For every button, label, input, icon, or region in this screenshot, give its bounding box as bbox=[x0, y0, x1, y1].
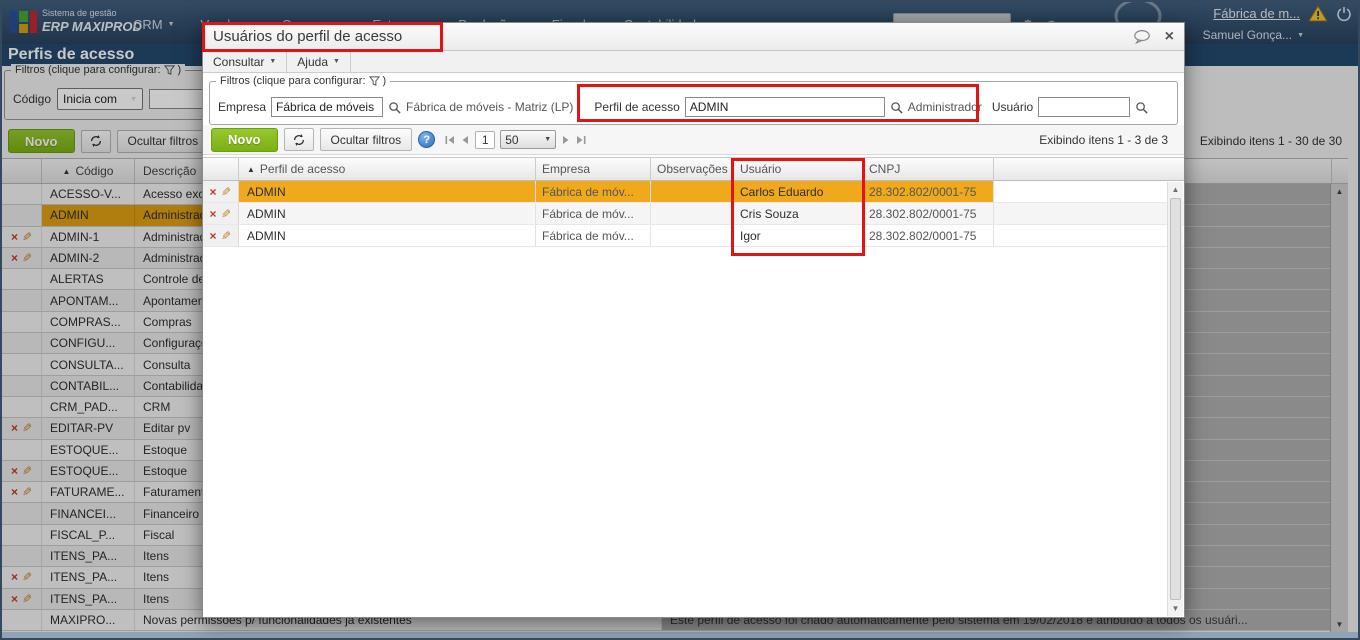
ocultar-filtros-button[interactable]: Ocultar filtros bbox=[319, 128, 413, 151]
novo-button[interactable]: Novo bbox=[211, 127, 278, 152]
search-icon[interactable] bbox=[388, 101, 401, 114]
filters-legend: Filtros (clique para configurar: ) bbox=[216, 75, 391, 87]
modal-toolbar: Novo Ocultar filtros ? 1 50 ▼ Exibindo i… bbox=[203, 125, 1184, 155]
paging-info: Exibindo itens 1 - 3 de 3 bbox=[1039, 132, 1168, 147]
empresa-filter-input[interactable] bbox=[271, 97, 384, 117]
scroll-down-icon[interactable]: ▼ bbox=[1168, 604, 1183, 613]
usuario-filter-input[interactable] bbox=[1038, 97, 1131, 117]
edit-icon[interactable]: ✎ bbox=[221, 185, 231, 199]
modal-scrollbar[interactable]: ▲ ▼ bbox=[1167, 182, 1183, 616]
usuarios-perfil-modal: Usuários do perfil de acesso × Consultar… bbox=[202, 22, 1185, 618]
row-actions: × ✎ bbox=[203, 203, 239, 224]
empresa-label: Empresa bbox=[218, 100, 267, 114]
empresa-display: Fábrica de móveis - Matriz (LP) bbox=[406, 100, 574, 114]
delete-icon[interactable]: × bbox=[209, 208, 216, 220]
empresa-cell: Fábrica de móv... bbox=[536, 225, 651, 246]
search-icon[interactable] bbox=[890, 101, 903, 114]
perfil-column-header[interactable]: ▲ Perfil de acesso bbox=[239, 158, 536, 180]
chevron-down-icon: ▼ bbox=[544, 136, 552, 143]
app-screen: Sistema de gestão ERP MAXIPROD CRM▼ Vend… bbox=[0, 0, 1360, 640]
observacoes-column-header[interactable]: Observações bbox=[651, 158, 734, 180]
modal-title-bar: Usuários do perfil de acesso × bbox=[203, 23, 1184, 51]
observacoes-cell bbox=[651, 181, 734, 202]
users-table-header: ▲ Perfil de acesso Empresa Observações U… bbox=[203, 157, 1184, 181]
cnpj-cell: 28.302.802/0001-75 bbox=[863, 225, 994, 246]
edit-icon[interactable]: ✎ bbox=[221, 207, 231, 221]
perfil-cell: ADMIN bbox=[239, 225, 536, 246]
prev-page-icon[interactable] bbox=[460, 135, 470, 145]
last-page-icon[interactable] bbox=[576, 135, 586, 145]
usuario-label: Usuário bbox=[991, 100, 1034, 114]
page-number[interactable]: 1 bbox=[475, 130, 496, 149]
refresh-button[interactable] bbox=[283, 128, 314, 151]
perfil-label: Perfil de acesso bbox=[594, 100, 680, 114]
actions-column-header bbox=[203, 158, 239, 180]
empresa-cell: Fábrica de móv... bbox=[536, 203, 651, 224]
usuario-cell: Cris Souza bbox=[734, 203, 863, 224]
observacoes-cell bbox=[651, 203, 734, 224]
perfil-cell: ADMIN bbox=[239, 203, 536, 224]
menu-item[interactable]: Ajuda ▼ bbox=[287, 51, 351, 72]
observacoes-cell bbox=[651, 225, 734, 246]
comment-icon[interactable] bbox=[1133, 29, 1151, 44]
modal-title: Usuários do perfil de acesso bbox=[213, 28, 403, 45]
modal-filters-panel[interactable]: Filtros (clique para configurar: ) Empre… bbox=[209, 75, 1178, 125]
row-actions: × ✎ bbox=[203, 225, 239, 246]
chevron-down-icon: ▼ bbox=[269, 58, 277, 65]
empresa-column-header[interactable]: Empresa bbox=[536, 158, 651, 180]
usuario-column-header[interactable]: Usuário bbox=[734, 158, 863, 180]
delete-icon[interactable]: × bbox=[209, 230, 216, 242]
help-icon[interactable]: ? bbox=[418, 131, 436, 148]
first-page-icon[interactable] bbox=[445, 135, 455, 145]
perfil-display: Administrador bbox=[907, 100, 982, 114]
empresa-cell: Fábrica de móv... bbox=[536, 181, 651, 202]
close-icon[interactable]: × bbox=[1165, 28, 1174, 45]
next-page-icon[interactable] bbox=[561, 135, 571, 145]
cnpj-column-header[interactable]: CNPJ bbox=[863, 158, 994, 180]
users-table-body: × ✎ ADMIN Fábrica de móv... Carlos Eduar… bbox=[203, 181, 1184, 247]
chevron-down-icon: ▼ bbox=[333, 58, 340, 65]
page-size-select[interactable]: 50 ▼ bbox=[500, 130, 557, 149]
table-row[interactable]: × ✎ ADMIN Fábrica de móv... Igor 28.302.… bbox=[203, 225, 1184, 247]
modal-menubar: Consultar ▼ Ajuda ▼ bbox=[203, 51, 1184, 73]
perfil-filter-input[interactable] bbox=[684, 97, 885, 117]
edit-icon[interactable]: ✎ bbox=[221, 229, 231, 243]
scroll-up-icon[interactable]: ▲ bbox=[1168, 185, 1183, 194]
filter-funnel-icon bbox=[368, 76, 380, 86]
perfil-cell: ADMIN bbox=[239, 181, 536, 202]
sort-asc-icon: ▲ bbox=[247, 164, 255, 174]
menu-item[interactable]: Consultar ▼ bbox=[203, 51, 288, 72]
table-row[interactable]: × ✎ ADMIN Fábrica de móv... Carlos Eduar… bbox=[203, 181, 1184, 203]
scrollbar-thumb[interactable] bbox=[1170, 198, 1181, 600]
refresh-icon bbox=[293, 133, 304, 146]
cnpj-cell: 28.302.802/0001-75 bbox=[863, 203, 994, 224]
row-actions: × ✎ bbox=[203, 181, 239, 202]
cnpj-cell: 28.302.802/0001-75 bbox=[863, 181, 994, 202]
usuario-cell: Igor bbox=[734, 225, 863, 246]
search-icon[interactable] bbox=[1135, 101, 1148, 114]
usuario-cell: Carlos Eduardo bbox=[734, 181, 863, 202]
table-row[interactable]: × ✎ ADMIN Fábrica de móv... Cris Souza 2… bbox=[203, 203, 1184, 225]
delete-icon[interactable]: × bbox=[209, 186, 216, 198]
